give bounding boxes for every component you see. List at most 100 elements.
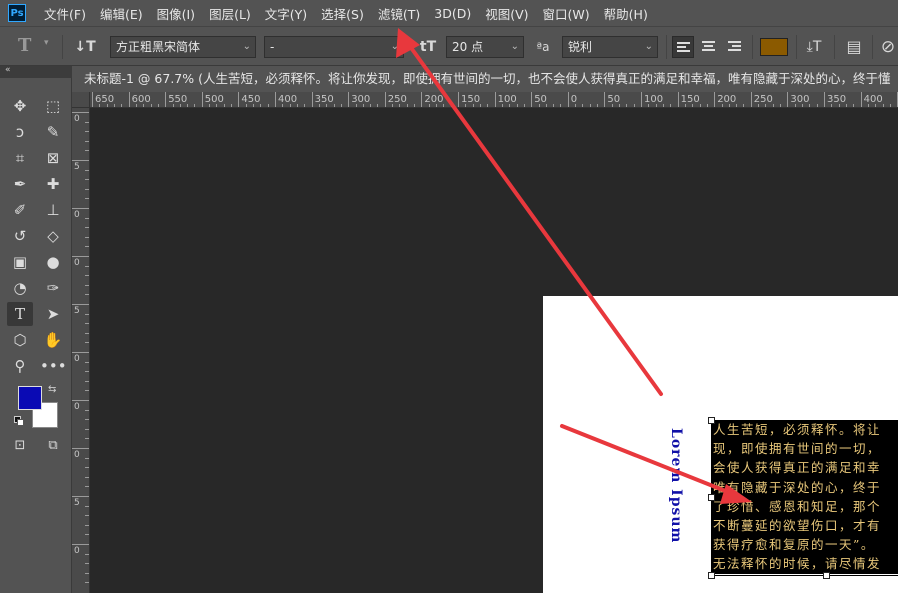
quick-mask-icon[interactable]: ⊡ bbox=[7, 434, 33, 458]
vertical-ruler[interactable]: 0 5 0 0 5 0 0 0 5 0 bbox=[72, 108, 90, 593]
menu-filter[interactable]: 滤镜(T) bbox=[378, 4, 420, 23]
tool-preset-chevron-icon[interactable]: ▾ bbox=[44, 38, 49, 60]
ruler-tick bbox=[824, 92, 825, 107]
default-colors-icon[interactable] bbox=[14, 416, 24, 426]
ruler-label: 400 bbox=[278, 94, 298, 105]
separator bbox=[796, 35, 797, 59]
ruler-label: 350 bbox=[314, 94, 334, 105]
chevron-down-icon: ⌄ bbox=[390, 41, 399, 52]
ruler-tick bbox=[72, 400, 89, 401]
align-center-button[interactable] bbox=[698, 36, 720, 58]
document-tab-strip: 未标题-1 @ 67.7% (人生苦短，必须释怀。将让你发现，即使拥有世间的一切… bbox=[72, 66, 898, 92]
separator bbox=[62, 35, 63, 59]
menu-type[interactable]: 文字(Y) bbox=[265, 4, 307, 23]
eyedropper-tool-icon[interactable]: ✒ bbox=[7, 172, 33, 196]
zoom-tool-icon[interactable]: ⚲ bbox=[7, 354, 33, 378]
antialias-select[interactable]: 锐利 ⌄ bbox=[562, 36, 658, 58]
cancel-icon[interactable]: ⊘ bbox=[878, 36, 898, 58]
ruler-tick bbox=[458, 92, 459, 107]
transform-handle[interactable] bbox=[823, 572, 830, 579]
ruler-corner bbox=[72, 92, 90, 108]
gradient-tool-icon[interactable]: ▣ bbox=[7, 250, 33, 274]
move-tool-icon[interactable]: ✥ bbox=[7, 94, 33, 118]
ruler-tick bbox=[165, 92, 167, 107]
type-tool-icon[interactable]: T bbox=[18, 35, 42, 57]
quick-selection-tool-icon[interactable]: ✎ bbox=[40, 120, 66, 144]
collapse-icon[interactable]: « bbox=[5, 65, 11, 75]
chevron-down-icon: ⌄ bbox=[242, 41, 251, 52]
transform-handle[interactable] bbox=[708, 417, 715, 424]
toolbar-header: « bbox=[0, 65, 72, 78]
paragraph-line: 了珍惜、感恩和知足，那个 bbox=[713, 498, 882, 514]
frame-tool-icon[interactable]: ⊠ bbox=[40, 146, 66, 170]
align-left-icon bbox=[677, 42, 690, 54]
paragraph-line: 会使人获得真正的满足和幸 bbox=[713, 460, 882, 476]
history-brush-tool-icon[interactable]: ↺ bbox=[7, 224, 33, 248]
shape-tool-icon[interactable]: ⬡ bbox=[7, 328, 33, 352]
swap-colors-icon[interactable]: ⇆ bbox=[48, 384, 56, 395]
ruler-label: 100 bbox=[644, 94, 664, 105]
paragraph-line: 现，即使拥有世间的一切， bbox=[713, 441, 882, 457]
menu-edit[interactable]: 编辑(E) bbox=[100, 4, 143, 23]
font-style-select[interactable]: - ⌄ bbox=[264, 36, 404, 58]
chevron-down-icon: ⌄ bbox=[510, 41, 519, 52]
menu-layer[interactable]: 图层(L) bbox=[209, 4, 251, 23]
document-canvas[interactable]: Lorem Ipsum 人生苦短，必须释怀。将让 现，即使拥有世间的一切， 会使人获… bbox=[543, 296, 898, 593]
eraser-tool-icon[interactable]: ◇ bbox=[40, 224, 66, 248]
paragraph-text-box[interactable]: 人生苦短，必须释怀。将让 现，即使拥有世间的一切， 会使人获得真正的满足和幸 唯有隐藏… bbox=[711, 420, 898, 574]
ruler-label: 550 bbox=[168, 94, 188, 105]
menu-select[interactable]: 选择(S) bbox=[321, 4, 364, 23]
align-left-button[interactable] bbox=[672, 36, 694, 58]
ruler-tick bbox=[72, 352, 89, 353]
ruler-tick bbox=[714, 92, 716, 107]
warp-text-icon[interactable]: ⤓T bbox=[802, 36, 826, 58]
screen-mode-icon[interactable]: ⧉ bbox=[40, 434, 66, 458]
blur-tool-icon[interactable]: ● bbox=[40, 250, 66, 274]
hand-tool-icon[interactable]: ✋ bbox=[40, 328, 66, 352]
ruler-label: 0 bbox=[74, 546, 80, 556]
lasso-tool-icon[interactable]: ↄ bbox=[7, 120, 33, 144]
ruler-label: 5 bbox=[74, 306, 80, 316]
crop-tool-icon[interactable]: ⌗ bbox=[7, 146, 33, 170]
foreground-color-swatch[interactable] bbox=[18, 386, 42, 410]
menu-file[interactable]: 文件(F) bbox=[44, 4, 86, 23]
align-center-icon bbox=[702, 41, 715, 53]
document-tab[interactable]: 未标题-1 @ 67.7% (人生苦短，必须释怀。将让你发现，即使拥有世间的一切… bbox=[72, 66, 898, 92]
paragraph-text: 人生苦短，必须释怀。将让 现，即使拥有世间的一切， 会使人获得真正的满足和幸 唯有隐藏… bbox=[713, 420, 898, 574]
ruler-tick bbox=[72, 112, 89, 113]
align-right-button[interactable] bbox=[724, 36, 746, 58]
options-bar: T ▾ ↓T 方正粗黑宋简体 ⌄ - ⌄ tT 20 点 ⌄ ªa 锐利 ⌄ ⤓… bbox=[0, 26, 898, 66]
transform-handle[interactable] bbox=[708, 494, 715, 501]
dodge-tool-icon[interactable]: ◔ bbox=[7, 276, 33, 300]
brush-tool-icon[interactable]: ✐ bbox=[7, 198, 33, 222]
vertical-text-layer[interactable]: Lorem Ipsum bbox=[668, 428, 684, 543]
ruler-label: 0 bbox=[74, 114, 80, 124]
menu-window[interactable]: 窗口(W) bbox=[543, 4, 590, 23]
menu-3d[interactable]: 3D(D) bbox=[434, 6, 471, 21]
clone-stamp-tool-icon[interactable]: ⊥ bbox=[40, 198, 66, 222]
horizontal-ruler[interactable]: 650 600 550 500 450 400 350 300 250 200 150 100 50 0 5… bbox=[90, 92, 898, 108]
canvas-area[interactable]: Lorem Ipsum 人生苦短，必须释怀。将让 现，即使拥有世间的一切， 会使人获… bbox=[90, 108, 898, 593]
ruler-label: 50 bbox=[607, 94, 621, 105]
menu-help[interactable]: 帮助(H) bbox=[604, 4, 648, 23]
font-family-select[interactable]: 方正粗黑宋简体 ⌄ bbox=[110, 36, 256, 58]
type-tool-icon[interactable]: T bbox=[7, 302, 33, 326]
marquee-tool-icon[interactable]: ⬚ bbox=[40, 94, 66, 118]
ruler-label: 250 bbox=[387, 94, 407, 105]
text-orientation-icon[interactable]: ↓T bbox=[72, 36, 98, 58]
text-color-swatch[interactable] bbox=[760, 38, 788, 56]
healing-brush-tool-icon[interactable]: ✚ bbox=[40, 172, 66, 196]
menu-view[interactable]: 视图(V) bbox=[485, 4, 528, 23]
pen-tool-icon[interactable]: ✑ bbox=[40, 276, 66, 300]
transform-handle[interactable] bbox=[708, 572, 715, 579]
more-tools-icon[interactable]: ••• bbox=[40, 354, 67, 378]
ruler-tick bbox=[72, 544, 89, 545]
path-selection-tool-icon[interactable]: ➤ bbox=[40, 302, 66, 326]
font-family-value: 方正粗黑宋简体 bbox=[116, 40, 201, 54]
ruler-tick bbox=[72, 304, 89, 305]
font-size-select[interactable]: 20 点 ⌄ bbox=[446, 36, 524, 58]
ruler-tick bbox=[567, 92, 569, 107]
ruler-label: 400 bbox=[863, 94, 883, 105]
menu-image[interactable]: 图像(I) bbox=[157, 4, 195, 23]
character-panel-icon[interactable]: ▤ bbox=[842, 36, 866, 58]
